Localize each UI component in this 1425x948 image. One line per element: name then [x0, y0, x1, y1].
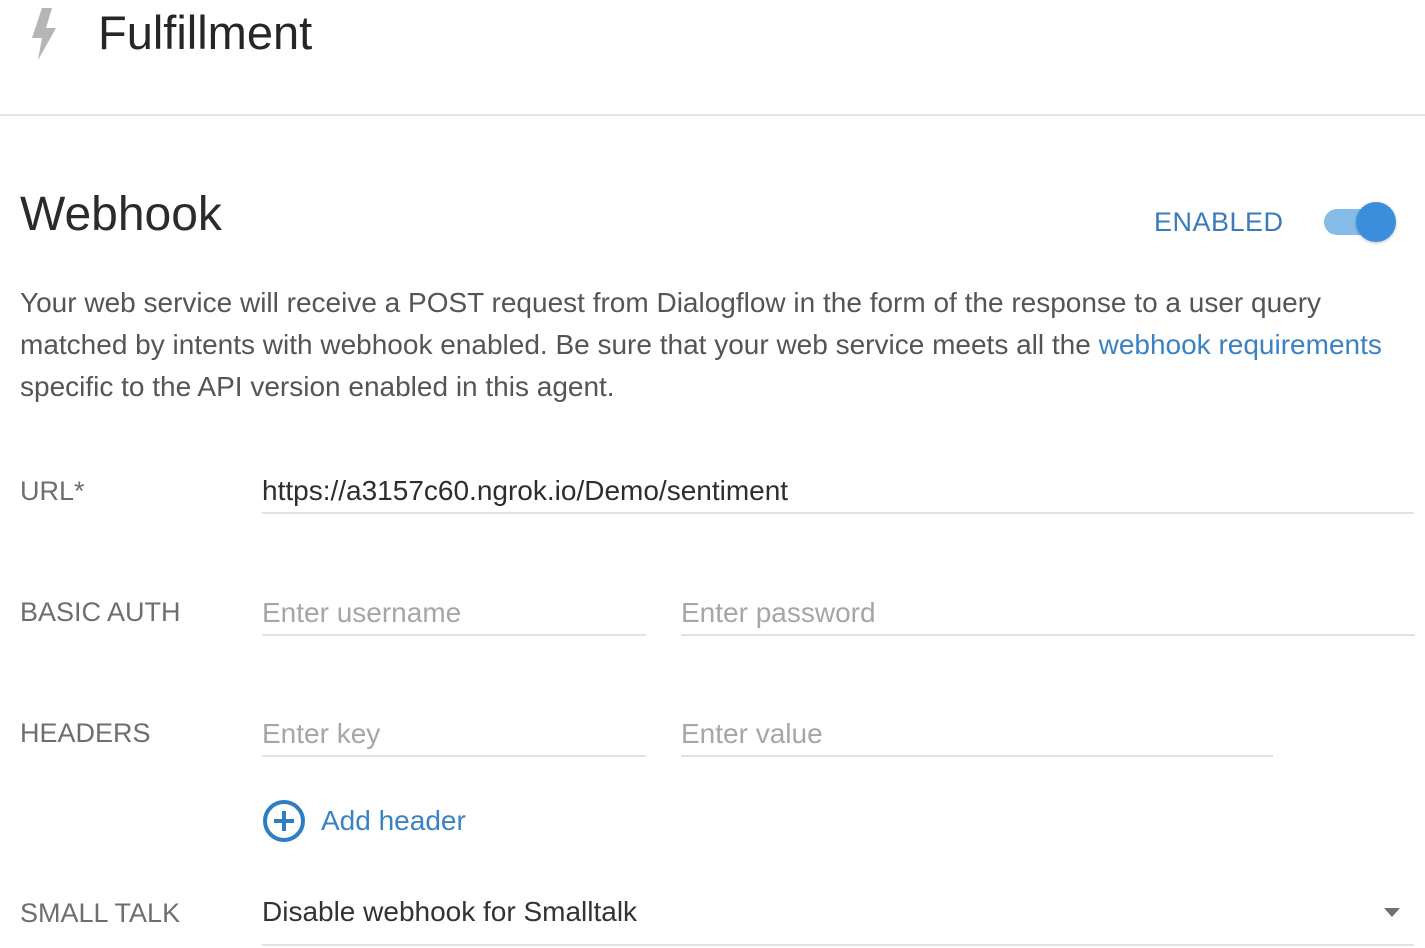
small-talk-select[interactable]: Disable webhook for Smalltalk — [262, 890, 1414, 946]
header-value-input[interactable] — [681, 713, 1273, 757]
add-header-button[interactable]: Add header — [262, 798, 466, 844]
plus-circle-icon — [263, 800, 305, 842]
username-input[interactable] — [262, 592, 646, 636]
small-talk-label: SMALL TALK — [20, 898, 181, 928]
header-key-input[interactable] — [262, 713, 646, 757]
chevron-down-icon — [1384, 908, 1400, 917]
add-header-label: Add header — [321, 805, 466, 836]
page-header: Fulfillment — [0, 0, 1425, 116]
small-talk-selected-value: Disable webhook for Smalltalk — [262, 896, 638, 927]
webhook-description: Your web service will receive a POST req… — [20, 282, 1390, 408]
lightning-bolt-icon — [32, 8, 56, 60]
webhook-requirements-link[interactable]: webhook requirements — [1099, 329, 1382, 360]
webhook-section-title: Webhook — [20, 188, 222, 241]
password-input[interactable] — [681, 592, 1415, 636]
webhook-enabled-toggle[interactable] — [1324, 202, 1400, 242]
enabled-status-label: ENABLED — [1154, 207, 1284, 237]
url-input[interactable] — [262, 470, 1414, 514]
headers-label: HEADERS — [20, 718, 151, 748]
description-text-after: specific to the API version enabled in t… — [20, 371, 615, 402]
basic-auth-label: BASIC AUTH — [20, 597, 181, 627]
toggle-thumb — [1356, 202, 1396, 242]
page-title: Fulfillment — [98, 6, 313, 59]
url-label: URL* — [20, 476, 85, 506]
